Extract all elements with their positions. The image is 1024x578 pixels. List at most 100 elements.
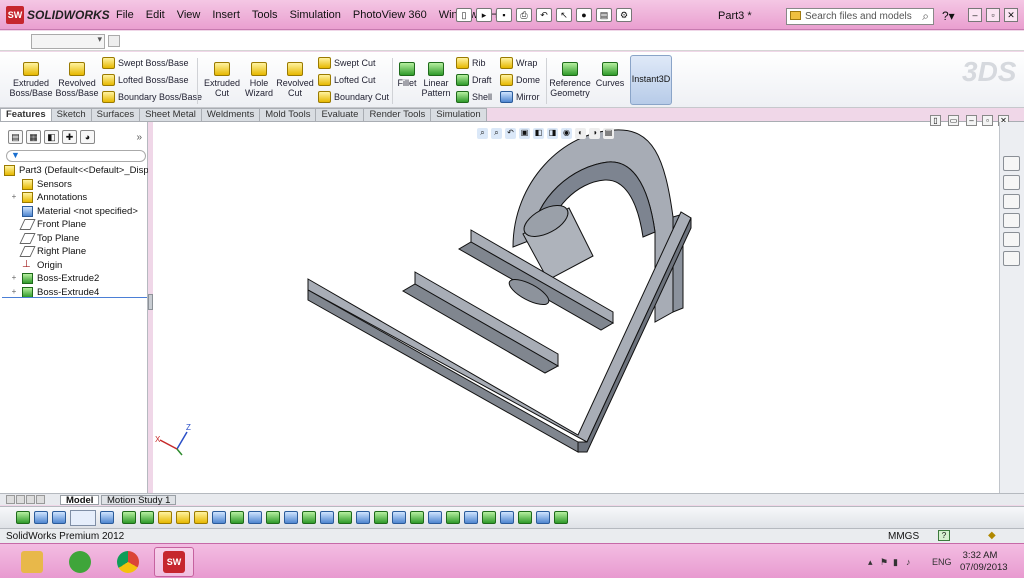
tree-node[interactable]: Material <not specified> [2, 205, 148, 219]
filter-tool-icon[interactable] [194, 511, 208, 524]
apply-scene-icon[interactable]: ◑ [589, 128, 600, 139]
filter-tool-icon[interactable] [212, 511, 226, 524]
filter-tool-icon[interactable] [230, 511, 244, 524]
tree-node[interactable]: + Annotations [2, 191, 148, 205]
green-app-button[interactable] [60, 547, 100, 577]
revolved-boss-button[interactable]: Revolved Boss/Base [54, 62, 100, 98]
tab-surfaces[interactable]: Surfaces [91, 108, 141, 122]
filter-tool-icon[interactable] [410, 511, 424, 524]
menu-view[interactable]: View [171, 9, 207, 21]
boundary-cut-button[interactable]: Boundary Cut [318, 91, 389, 103]
display-style-icon[interactable]: ◨ [547, 128, 558, 139]
design-library-icon[interactable] [1003, 175, 1020, 190]
extruded-cut-button[interactable]: Extruded Cut [202, 62, 242, 98]
tree-node[interactable]: + Boss-Extrude2 [2, 272, 148, 286]
feature-tree-icon[interactable]: ▤ [8, 130, 23, 144]
hide-show-icon[interactable]: ◉ [561, 128, 572, 139]
extruded-boss-button[interactable]: Extruded Boss/Base [8, 62, 54, 98]
view-settings-icon[interactable]: ▤ [603, 128, 614, 139]
menu-file[interactable]: File [110, 9, 140, 21]
pin-icon[interactable]: ◆ [988, 530, 996, 541]
filter-tool-icon[interactable] [374, 511, 388, 524]
section-view-icon[interactable]: ▣ [519, 128, 530, 139]
expand-icon[interactable]: + [10, 274, 18, 282]
dimxpert-icon[interactable]: ✚ [62, 130, 77, 144]
undo-icon[interactable]: ↶ [536, 8, 552, 22]
selection-filter-button[interactable] [70, 510, 96, 526]
filter-tool-icon[interactable] [266, 511, 280, 524]
view-palette-icon[interactable] [1003, 213, 1020, 228]
filter-tool-icon[interactable] [320, 511, 334, 524]
lofted-boss-button[interactable]: Lofted Boss/Base [102, 74, 189, 86]
new-document-icon[interactable]: ▯ [456, 8, 472, 22]
instant3d-button[interactable]: Instant3D [630, 55, 672, 105]
filter-tool-icon[interactable] [338, 511, 352, 524]
select-icon[interactable]: ↖ [556, 8, 572, 22]
model-viewport[interactable]: Z X [153, 122, 999, 493]
file-properties-icon[interactable]: ▤ [596, 8, 612, 22]
tray-show-hidden-icon[interactable]: ▴ [868, 557, 873, 568]
rebuild-icon[interactable]: ● [576, 8, 592, 22]
language-indicator[interactable]: ENG [932, 557, 952, 567]
tab-render-tools[interactable]: Render Tools [364, 108, 432, 122]
tray-signal-icon[interactable]: ▮ [893, 557, 898, 568]
tree-node[interactable]: Part3 (Default<<Default>_Disp [2, 164, 148, 178]
viewport-split-icon[interactable]: ▯ [930, 115, 941, 126]
search-icon[interactable]: ⌕ [922, 9, 929, 24]
toolbar-tool-icon[interactable] [34, 511, 48, 524]
draft-button[interactable]: Draft [456, 74, 492, 86]
hole-wizard-button[interactable]: Hole Wizard [242, 62, 276, 98]
filter-tool-icon[interactable] [140, 511, 154, 524]
rib-button[interactable]: Rib [456, 57, 486, 69]
filter-tool-icon[interactable] [536, 511, 550, 524]
view-orientation-icon[interactable]: ◧ [533, 128, 544, 139]
zoom-to-fit-icon[interactable]: ⌕ [477, 128, 488, 139]
unit-system[interactable]: MMGS [888, 531, 919, 542]
edit-appearance-icon[interactable]: ◐ [575, 128, 586, 139]
expand-icon[interactable]: + [10, 193, 18, 201]
fillet-button[interactable]: Fillet [395, 62, 419, 88]
filter-tool-icon[interactable] [392, 511, 406, 524]
tree-node[interactable]: Right Plane [2, 245, 148, 259]
filter-tool-icon[interactable] [284, 511, 298, 524]
menu-photoview[interactable]: PhotoView 360 [347, 9, 433, 21]
viewport-restore-icon[interactable]: ▫ [982, 115, 993, 126]
display-manager-icon[interactable]: ◕ [80, 130, 95, 144]
solidworks-taskbar-button[interactable]: SW [154, 547, 194, 577]
filter-tool-icon[interactable] [176, 511, 190, 524]
minimize-icon[interactable]: – [968, 8, 982, 22]
scroll-first-icon[interactable] [6, 495, 15, 504]
scroll-next-icon[interactable] [26, 495, 35, 504]
tree-node[interactable]: Top Plane [2, 232, 148, 246]
custom-properties-icon[interactable] [1003, 251, 1020, 266]
filter-tool-icon[interactable] [446, 511, 460, 524]
solidworks-logo[interactable]: SW SOLIDWORKS [6, 6, 110, 24]
wrap-button[interactable]: Wrap [500, 57, 537, 69]
property-manager-icon[interactable]: ▦ [26, 130, 41, 144]
menu-edit[interactable]: Edit [140, 9, 171, 21]
mirror-button[interactable]: Mirror [500, 91, 540, 103]
filter-tool-icon[interactable] [356, 511, 370, 524]
file-explorer-button[interactable] [12, 547, 52, 577]
file-explorer-icon[interactable] [1003, 194, 1020, 209]
previous-view-icon[interactable]: ↶ [505, 128, 516, 139]
zoom-area-icon[interactable]: ⌕ [491, 128, 502, 139]
tree-node[interactable]: Sensors [2, 178, 148, 192]
linear-pattern-button[interactable]: Linear Pattern [420, 62, 452, 98]
tree-node[interactable]: ⊥ Origin [2, 259, 148, 273]
options-icon[interactable]: ⚙ [616, 8, 632, 22]
filter-tool-icon[interactable] [158, 511, 172, 524]
tab-weldments[interactable]: Weldments [201, 108, 261, 122]
tab-model[interactable]: Model [60, 495, 100, 505]
filter-tool-icon[interactable] [122, 511, 136, 524]
tab-simulation[interactable]: Simulation [431, 108, 487, 122]
filter-tool-icon[interactable] [464, 511, 478, 524]
toolbar-tool-icon[interactable] [52, 511, 66, 524]
scroll-last-icon[interactable] [36, 495, 45, 504]
shell-button[interactable]: Shell [456, 91, 492, 103]
tab-sketch[interactable]: Sketch [51, 108, 92, 122]
tray-flag-icon[interactable]: ⚑ [880, 557, 888, 568]
chevron-right-icon[interactable]: » [136, 132, 142, 143]
tab-motion-study[interactable]: Motion Study 1 [101, 495, 177, 505]
filter-tool-icon[interactable] [554, 511, 568, 524]
